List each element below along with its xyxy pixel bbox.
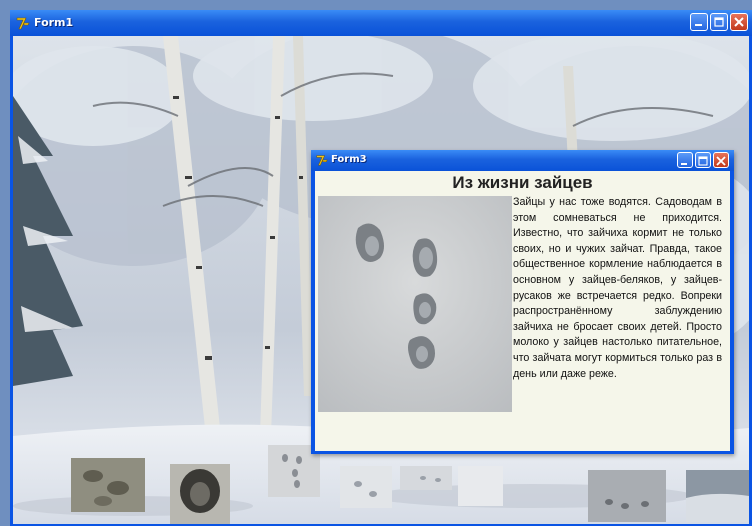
dialog-maximize-button[interactable] — [695, 152, 711, 168]
thumbnail-4[interactable] — [340, 466, 392, 508]
maximize-button[interactable] — [710, 13, 728, 31]
dialog-window: Form3 Из жизни зайцев Зайцы у нас тоже в… — [311, 150, 734, 454]
thumbnail-2[interactable] — [170, 464, 230, 524]
dialog-close-button[interactable] — [713, 152, 729, 168]
thumbnail-1[interactable] — [71, 458, 145, 512]
close-button[interactable] — [730, 13, 748, 31]
dialog-minimize-button[interactable] — [677, 152, 693, 168]
article-title: Из жизни зайцев — [452, 173, 593, 192]
thumbnail-5[interactable] — [400, 466, 452, 490]
dialog-window-title: Form3 — [331, 154, 367, 165]
delphi-app-icon — [16, 17, 30, 30]
dialog-window-titlebar[interactable]: Form3 — [311, 150, 734, 171]
thumbnail-6[interactable] — [458, 466, 503, 506]
maximize-icon — [698, 156, 708, 166]
dialog-client-area: Из жизни зайцев Зайцы у нас тоже водятся… — [315, 171, 730, 451]
delphi-app-icon — [316, 155, 328, 166]
article-text: Зайцы у нас тоже водятся. Садоводам в эт… — [513, 196, 722, 380]
thumbnail-8[interactable] — [686, 470, 749, 522]
hare-tracks-photo — [318, 196, 512, 412]
maximize-icon — [714, 17, 724, 27]
close-icon — [734, 17, 744, 27]
minimize-icon — [695, 24, 702, 26]
minimize-button[interactable] — [690, 13, 708, 31]
main-window-title: Form1 — [34, 16, 74, 29]
close-icon — [716, 156, 726, 166]
minimize-icon — [681, 163, 687, 165]
thumbnail-7[interactable] — [588, 470, 666, 522]
main-window-titlebar[interactable]: Form1 — [10, 10, 752, 36]
